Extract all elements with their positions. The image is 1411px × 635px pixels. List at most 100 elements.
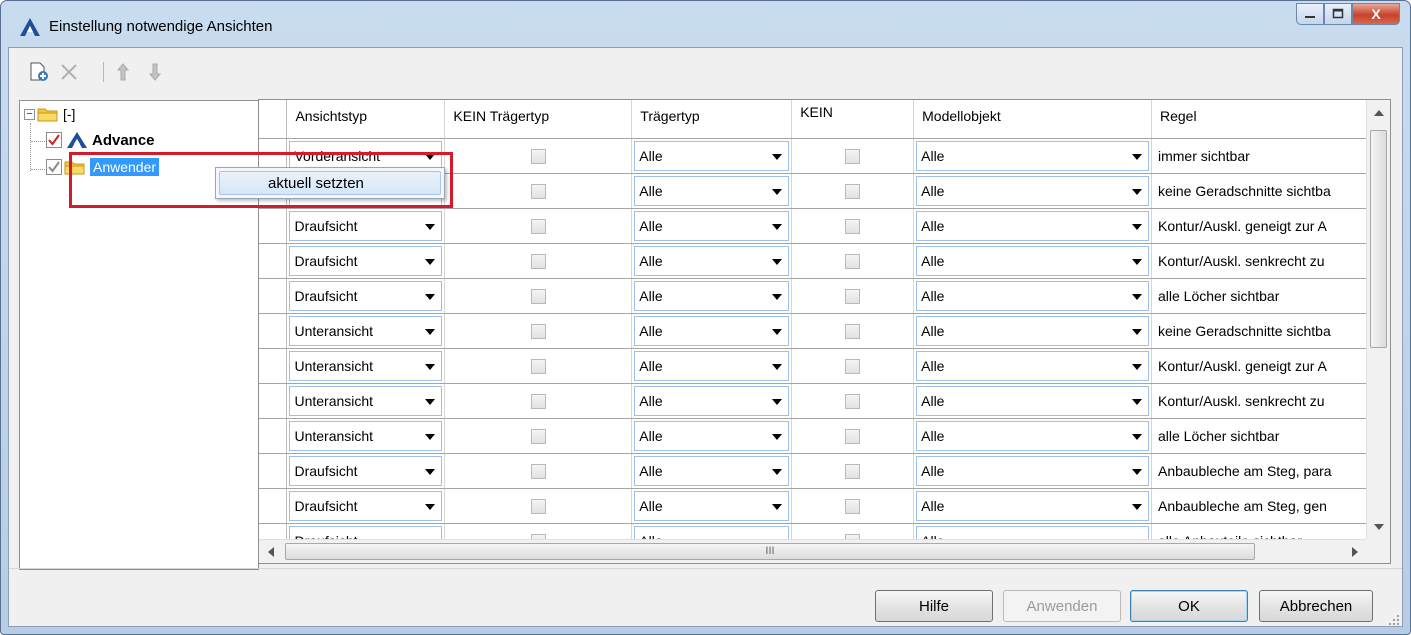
row-header[interactable] bbox=[259, 208, 288, 244]
move-up-button[interactable] bbox=[111, 60, 135, 84]
cell-dropdown[interactable]: Unteransicht bbox=[289, 385, 443, 416]
dropdown-arrow-icon[interactable] bbox=[772, 433, 783, 440]
dropdown-arrow-icon[interactable] bbox=[425, 223, 436, 230]
maximize-button[interactable] bbox=[1324, 3, 1352, 25]
cell-dropdown[interactable]: Alle bbox=[634, 245, 790, 276]
dropdown-arrow-icon[interactable] bbox=[425, 363, 436, 370]
row-header[interactable] bbox=[259, 523, 288, 540]
row-header[interactable] bbox=[259, 313, 288, 349]
table-row[interactable]: Draufsicht Alle Alle Anbaubleche am Steg, p… bbox=[259, 453, 1367, 489]
vertical-scrollbar[interactable] bbox=[1366, 100, 1390, 540]
table-row[interactable]: Unteransicht Alle Alle Kontur/Auskl. senkre… bbox=[259, 383, 1367, 419]
column-header[interactable]: Ansichtstyp bbox=[286, 100, 446, 139]
cell-dropdown[interactable]: Draufsicht bbox=[289, 245, 443, 276]
rule-cell[interactable]: Kontur/Auskl. geneigt zur A bbox=[1151, 348, 1367, 384]
minimize-button[interactable] bbox=[1296, 3, 1324, 25]
rule-cell[interactable]: keine Geradschnitte sichtba bbox=[1151, 313, 1367, 349]
cell-dropdown[interactable]: Alle bbox=[916, 280, 1149, 311]
help-button[interactable]: Hilfe bbox=[875, 590, 993, 622]
cancel-button[interactable]: Abbrechen bbox=[1259, 590, 1373, 622]
rule-cell[interactable]: Kontur/Auskl. senkrecht zu bbox=[1151, 243, 1367, 279]
cell-checkbox[interactable] bbox=[845, 428, 861, 444]
dropdown-arrow-icon[interactable] bbox=[425, 398, 436, 405]
cell-checkbox[interactable] bbox=[530, 463, 546, 479]
cell-checkbox[interactable] bbox=[845, 288, 861, 304]
dropdown-arrow-icon[interactable] bbox=[772, 468, 783, 475]
table-row[interactable]: Draufsicht Alle Alle alle Löcher sichtbar bbox=[259, 278, 1367, 314]
cell-checkbox[interactable] bbox=[530, 358, 546, 374]
dropdown-arrow-icon[interactable] bbox=[1131, 328, 1142, 335]
dropdown-arrow-icon[interactable] bbox=[1131, 188, 1142, 195]
cell-dropdown[interactable]: Alle bbox=[916, 385, 1149, 416]
dropdown-arrow-icon[interactable] bbox=[425, 258, 436, 265]
column-header[interactable]: Modellobjekt bbox=[913, 100, 1152, 139]
cell-checkbox[interactable] bbox=[845, 183, 861, 199]
scroll-down-icon[interactable] bbox=[1374, 524, 1384, 530]
cell-checkbox[interactable] bbox=[530, 148, 546, 164]
row-header[interactable] bbox=[259, 453, 288, 489]
cell-checkbox[interactable] bbox=[845, 463, 861, 479]
cell-dropdown[interactable]: Alle bbox=[634, 140, 790, 171]
cell-dropdown[interactable]: Unteransicht bbox=[289, 420, 443, 451]
column-header[interactable]: KEIN bbox=[791, 100, 915, 139]
cell-dropdown[interactable]: Unteransicht bbox=[289, 350, 443, 381]
dropdown-arrow-icon[interactable] bbox=[772, 328, 783, 335]
table-row[interactable]: Unteransicht Alle Alle alle Löcher sichtbar bbox=[259, 418, 1367, 454]
dropdown-arrow-icon[interactable] bbox=[1131, 153, 1142, 160]
cell-dropdown[interactable]: Draufsicht bbox=[289, 490, 443, 521]
tree-item-advance[interactable]: Advance bbox=[46, 131, 155, 149]
close-button[interactable]: X bbox=[1352, 3, 1400, 25]
rule-cell[interactable]: Kontur/Auskl. senkrecht zu bbox=[1151, 383, 1367, 419]
rule-cell[interactable]: immer sichtbar bbox=[1151, 138, 1367, 174]
scroll-right-icon[interactable] bbox=[1352, 547, 1358, 557]
cell-dropdown[interactable]: Alle bbox=[916, 315, 1149, 346]
tree-item-checkbox[interactable] bbox=[46, 132, 62, 148]
table-row[interactable]: Unteransicht Alle Alle Kontur/Auskl. geneig… bbox=[259, 348, 1367, 384]
cell-checkbox[interactable] bbox=[845, 393, 861, 409]
cell-dropdown[interactable]: Alle bbox=[634, 455, 790, 486]
cell-dropdown[interactable]: Alle bbox=[916, 350, 1149, 381]
cell-checkbox[interactable] bbox=[530, 323, 546, 339]
dropdown-arrow-icon[interactable] bbox=[1131, 503, 1142, 510]
cell-dropdown[interactable]: Draufsicht bbox=[289, 525, 443, 540]
dropdown-arrow-icon[interactable] bbox=[1131, 433, 1142, 440]
dropdown-arrow-icon[interactable] bbox=[772, 503, 783, 510]
cell-dropdown[interactable]: Alle bbox=[916, 245, 1149, 276]
table-row[interactable]: DraufsichtAlleAllealle Anbauteile sichtb… bbox=[259, 523, 1367, 540]
cell-dropdown[interactable]: Alle bbox=[916, 210, 1149, 241]
cell-checkbox[interactable] bbox=[845, 218, 861, 234]
row-header[interactable] bbox=[259, 488, 288, 524]
cell-checkbox[interactable] bbox=[530, 393, 546, 409]
row-header[interactable] bbox=[259, 243, 288, 279]
cell-dropdown[interactable]: Alle bbox=[634, 385, 790, 416]
cell-dropdown[interactable]: Alle bbox=[916, 140, 1149, 171]
dropdown-arrow-icon[interactable] bbox=[772, 258, 783, 265]
row-header[interactable] bbox=[259, 348, 288, 384]
cell-dropdown[interactable]: Alle bbox=[634, 350, 790, 381]
dropdown-arrow-icon[interactable] bbox=[425, 433, 436, 440]
dropdown-arrow-icon[interactable] bbox=[772, 223, 783, 230]
dropdown-arrow-icon[interactable] bbox=[772, 363, 783, 370]
dropdown-arrow-icon[interactable] bbox=[1131, 258, 1142, 265]
cell-checkbox[interactable] bbox=[845, 253, 861, 269]
apply-button[interactable]: Anwenden bbox=[1003, 590, 1121, 622]
dropdown-arrow-icon[interactable] bbox=[425, 328, 436, 335]
cell-checkbox[interactable] bbox=[530, 288, 546, 304]
table-row[interactable]: Draufsicht Alle Alle Anbaubleche am Steg, g… bbox=[259, 488, 1367, 524]
column-header[interactable]: Trägertyp bbox=[631, 100, 793, 139]
rule-cell[interactable]: alle Löcher sichtbar bbox=[1151, 278, 1367, 314]
cell-dropdown[interactable]: Alle bbox=[634, 210, 790, 241]
dropdown-arrow-icon[interactable] bbox=[1131, 293, 1142, 300]
dropdown-arrow-icon[interactable] bbox=[1131, 363, 1142, 370]
cell-dropdown[interactable]: Alle bbox=[634, 490, 790, 521]
rule-cell[interactable]: alle Anbauteile sichtbar bbox=[1151, 523, 1367, 540]
delete-button[interactable] bbox=[57, 60, 81, 84]
scroll-up-icon[interactable] bbox=[1374, 110, 1384, 116]
cell-dropdown[interactable]: Draufsicht bbox=[289, 455, 443, 486]
cell-dropdown[interactable]: Alle bbox=[634, 280, 790, 311]
cell-dropdown[interactable]: Unteransicht bbox=[289, 315, 443, 346]
rule-cell[interactable]: Kontur/Auskl. geneigt zur A bbox=[1151, 208, 1367, 244]
table-row[interactable]: Draufsicht Alle Alle Kontur/Auskl. geneigt … bbox=[259, 208, 1367, 244]
move-down-button[interactable] bbox=[143, 60, 167, 84]
table-row[interactable]: Unteransicht Alle Alle keine Geradschnitte … bbox=[259, 313, 1367, 349]
